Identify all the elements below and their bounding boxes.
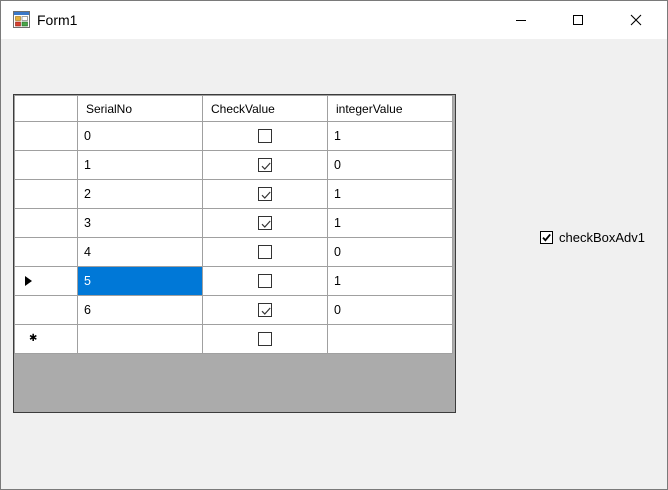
table-row: 21 <box>14 179 453 209</box>
cell-serialno[interactable]: 0 <box>77 121 203 151</box>
table-row: 51 <box>14 266 453 296</box>
minimize-icon <box>515 14 527 26</box>
cell-serialno[interactable]: 6 <box>77 295 203 325</box>
row-header-cell[interactable] <box>14 295 78 325</box>
checked-checkbox-icon[interactable] <box>258 158 272 173</box>
close-icon <box>630 14 642 26</box>
cell-serialno[interactable]: 3 <box>77 208 203 238</box>
checked-checkbox-icon[interactable] <box>258 187 272 202</box>
row-header-cell[interactable] <box>14 179 78 209</box>
cell-serialno[interactable] <box>77 324 203 354</box>
cell-checkvalue[interactable] <box>202 179 328 209</box>
table-row: 40 <box>14 237 453 267</box>
column-header-integervalue[interactable]: integerValue <box>327 95 453 122</box>
cell-integervalue[interactable]: 0 <box>327 237 453 267</box>
cell-integervalue[interactable]: 1 <box>327 266 453 296</box>
winforms-app-icon <box>13 11 30 28</box>
unchecked-checkbox-icon[interactable] <box>258 245 272 260</box>
window-title: Form1 <box>37 12 78 28</box>
close-button[interactable] <box>613 1 659 39</box>
cell-serialno[interactable]: 4 <box>77 237 203 267</box>
minimize-button[interactable] <box>498 1 544 39</box>
cell-integervalue[interactable]: 1 <box>327 208 453 238</box>
checkbox-adv-box[interactable] <box>540 230 553 244</box>
row-header-cell[interactable] <box>14 121 78 151</box>
cell-checkvalue[interactable] <box>202 237 328 267</box>
unchecked-checkbox-icon[interactable] <box>258 332 272 347</box>
cell-integervalue[interactable] <box>327 324 453 354</box>
checkbox-adv-label: checkBoxAdv1 <box>559 229 645 245</box>
grid-table: SerialNo CheckValue integerValue 0110213… <box>14 95 453 354</box>
table-row: 10 <box>14 150 453 180</box>
row-header-cell[interactable] <box>14 237 78 267</box>
checked-checkbox-icon[interactable] <box>258 303 272 318</box>
checkbox-adv[interactable]: checkBoxAdv1 <box>540 228 645 246</box>
form1-window: Form1 SerialNo CheckValue integerValue 0… <box>0 0 668 490</box>
title-bar[interactable]: Form1 <box>1 1 667 39</box>
cell-integervalue[interactable]: 0 <box>327 150 453 180</box>
cell-checkvalue[interactable] <box>202 121 328 151</box>
column-header-serialno[interactable]: SerialNo <box>77 95 203 122</box>
maximize-icon <box>572 14 584 26</box>
row-header-cell[interactable]: ✱ <box>14 324 78 354</box>
column-header-checkvalue[interactable]: CheckValue <box>202 95 328 122</box>
checked-checkbox-icon[interactable] <box>258 216 272 231</box>
cell-checkvalue[interactable] <box>202 150 328 180</box>
new-row: ✱ <box>14 324 453 354</box>
table-row: 31 <box>14 208 453 238</box>
cell-serialno[interactable]: 2 <box>77 179 203 209</box>
row-header-cell[interactable] <box>14 208 78 238</box>
unchecked-checkbox-icon[interactable] <box>258 129 272 144</box>
table-row: 01 <box>14 121 453 151</box>
cell-serialno[interactable]: 5 <box>77 266 203 296</box>
maximize-button[interactable] <box>555 1 601 39</box>
cell-integervalue[interactable]: 1 <box>327 179 453 209</box>
data-grid-view[interactable]: SerialNo CheckValue integerValue 0110213… <box>13 94 456 413</box>
cell-checkvalue[interactable] <box>202 208 328 238</box>
cell-checkvalue[interactable] <box>202 295 328 325</box>
cell-integervalue[interactable]: 0 <box>327 295 453 325</box>
row-header-cell[interactable] <box>14 266 78 296</box>
current-row-indicator-icon <box>16 276 77 286</box>
cell-integervalue[interactable]: 1 <box>327 121 453 151</box>
header-row: SerialNo CheckValue integerValue <box>14 95 453 122</box>
unchecked-checkbox-icon[interactable] <box>258 274 272 289</box>
cell-checkvalue[interactable] <box>202 324 328 354</box>
cell-checkvalue[interactable] <box>202 266 328 296</box>
new-row-indicator-icon: ✱ <box>29 333 38 344</box>
row-header-cell[interactable] <box>14 150 78 180</box>
corner-header-cell[interactable] <box>14 95 78 122</box>
table-row: 60 <box>14 295 453 325</box>
cell-serialno[interactable]: 1 <box>77 150 203 180</box>
